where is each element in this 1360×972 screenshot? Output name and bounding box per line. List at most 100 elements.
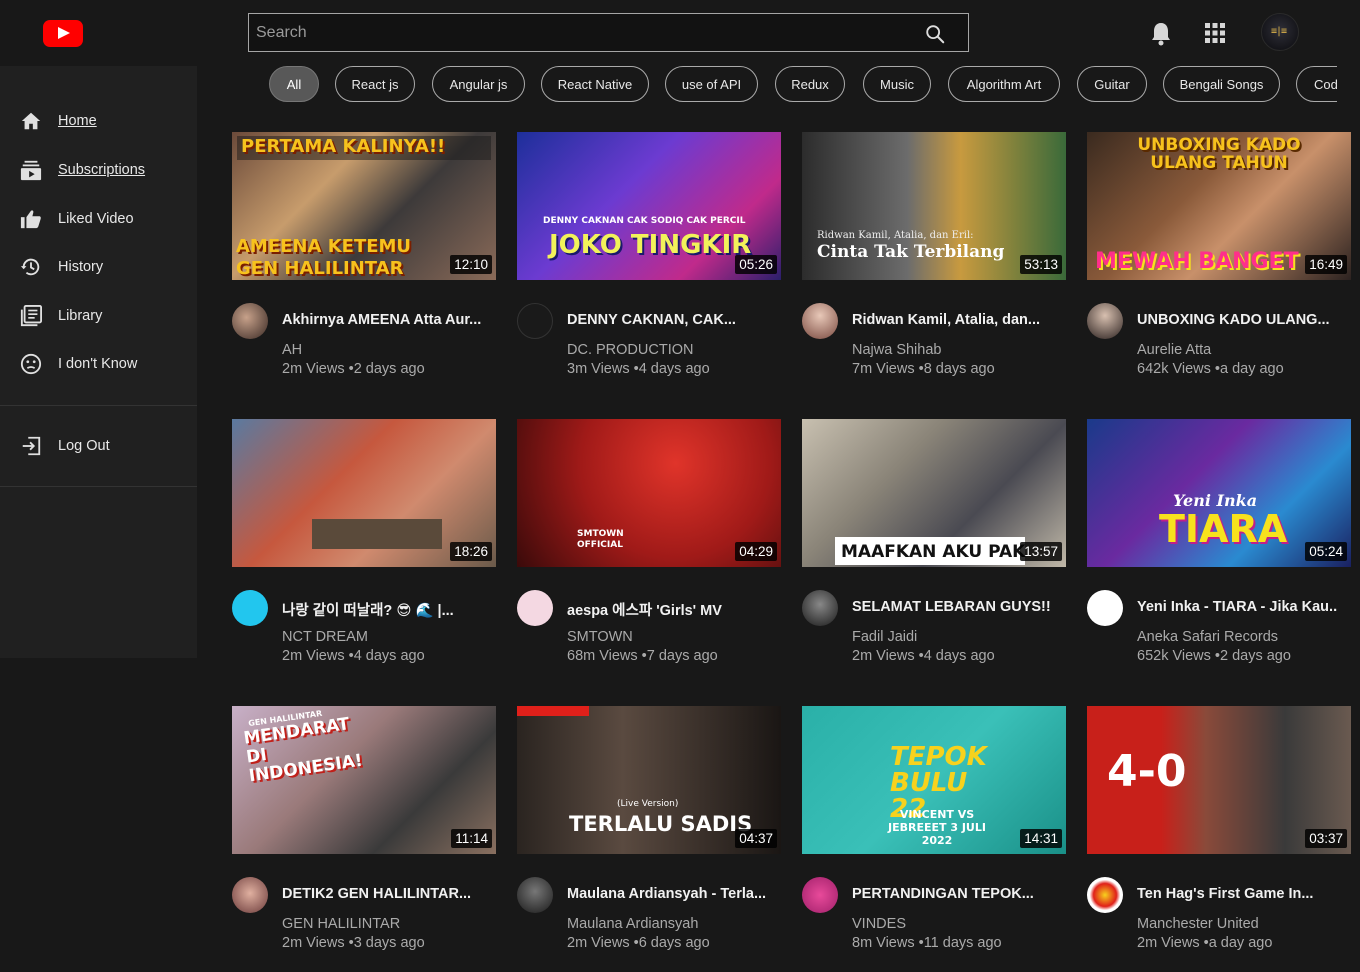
video-title[interactable]: Yeni Inka - TIARA - Jika Kau... [1137,599,1337,615]
video-thumbnail[interactable]: GEN HALILINTAR MENDARAT DI INDONESIA! 11… [232,706,496,854]
history-icon [20,258,40,276]
video-thumbnail[interactable]: 4-0 03:37 [1087,706,1351,854]
video-meta: 2m Views •4 days ago [282,648,425,664]
video-thumbnail[interactable]: PERTAMA KALINYA!! AMEENA KETEMU GEN HALI… [232,132,496,280]
chip-algorithm-art[interactable]: Algorithm Art [948,66,1060,102]
channel-avatar[interactable] [517,877,553,913]
video-title[interactable]: Maulana Ardiansyah - Terla... [567,886,767,902]
video-thumbnail[interactable]: Ridwan Kamil, Atalia, dan Eril: Cinta Ta… [802,132,1066,280]
sidebar-item-label: Liked Video [58,211,134,227]
video-thumbnail[interactable]: DENNY CAKNAN CAK SODIQ CAK PERCIL JOKO T… [517,132,781,280]
channel-name[interactable]: Fadil Jaidi [852,629,917,645]
video-thumbnail[interactable]: MAAFKAN AKU PAK 13:57 [802,419,1066,567]
home-icon [21,112,41,130]
sidebar-item-i-dont-know[interactable]: I don't Know [0,344,197,384]
video-card[interactable]: MAAFKAN AKU PAK 13:57 SELAMAT LEBARAN GU… [802,419,1066,679]
channel-avatar[interactable] [517,590,553,626]
chip-react-js[interactable]: React js [335,66,415,102]
video-duration: 04:37 [735,829,777,848]
apps-grid-icon[interactable] [1203,21,1227,45]
video-card[interactable]: Ridwan Kamil, Atalia, dan Eril: Cinta Ta… [802,132,1066,392]
channel-avatar[interactable] [802,590,838,626]
channel-name[interactable]: Manchester United [1137,916,1259,932]
video-card[interactable]: (Live Version) TERLALU SADIS 04:37 Maula… [517,706,781,966]
chip-all[interactable]: All [269,66,319,102]
video-card[interactable]: SMTOWN OFFICIAL 04:29 aespa 에스파 'Girls' … [517,419,781,679]
chip-bengali-songs[interactable]: Bengali Songs [1163,66,1280,102]
video-card[interactable]: 4-0 03:37 Ten Hag's First Game In... Man… [1087,706,1351,966]
channel-avatar[interactable] [802,303,838,339]
video-thumbnail[interactable]: UNBOXING KADO ULANG TAHUN MEWAH BANGET 1… [1087,132,1351,280]
channel-name[interactable]: SMTOWN [567,629,633,645]
notifications-bell-icon[interactable] [1149,20,1173,46]
sidebar-item-logout[interactable]: Log Out [0,426,197,466]
video-thumbnail[interactable]: Yeni Inka TIARA 05:24 [1087,419,1351,567]
sidebar-item-library[interactable]: Library [0,296,197,336]
video-thumbnail[interactable]: SMTOWN OFFICIAL 04:29 [517,419,781,567]
video-title[interactable]: 나랑 같이 떠날래? 😎 🌊 |... [282,599,482,620]
sidebar-item-home[interactable]: Home [0,101,197,141]
sidebar-item-liked-video[interactable]: Liked Video [0,199,197,239]
channel-avatar[interactable] [1087,590,1123,626]
channel-name[interactable]: Aurelie Atta [1137,342,1211,358]
search-input[interactable] [249,14,909,51]
channel-name[interactable]: NCT DREAM [282,629,368,645]
video-title[interactable]: Akhirnya AMEENA Atta Aur... [282,312,482,328]
search-icon[interactable] [924,23,946,45]
user-avatar[interactable]: ≡|≡ [1261,13,1299,51]
channel-name[interactable]: Aneka Safari Records [1137,629,1278,645]
channel-name[interactable]: AH [282,342,302,358]
video-title[interactable]: SELAMAT LEBARAN GUYS!!! [852,599,1052,615]
channel-avatar[interactable] [1087,877,1123,913]
video-meta: 2m Views •6 days ago [567,935,710,951]
channel-name[interactable]: DC. PRODUCTION [567,342,693,358]
thumbnail-text-secondary: AMEENA KETEMU GEN HALILINTAR [236,236,412,279]
channel-name[interactable]: Najwa Shihab [852,342,941,358]
video-card[interactable]: 18:26 나랑 같이 떠날래? 😎 🌊 |... NCT DREAM 2m V… [232,419,496,679]
video-thumbnail[interactable]: TEPOK BULU 22 VINCENT VS JEBREEET 3 JULI… [802,706,1066,854]
sidebar-item-label: Subscriptions [58,162,146,178]
sidebar-item-subscriptions[interactable]: Subscriptions [0,150,197,190]
channel-name[interactable]: Maulana Ardiansyah [567,916,698,932]
video-title[interactable]: DETIK2 GEN HALILINTAR... [282,886,482,902]
thumbnail-text: Cinta Tak Terbilang [817,242,1005,262]
video-card[interactable]: Yeni Inka TIARA 05:24 Yeni Inka - TIARA … [1087,419,1351,679]
subscriptions-icon [20,160,42,181]
channel-avatar[interactable] [802,877,838,913]
channel-avatar[interactable] [232,303,268,339]
video-card[interactable]: UNBOXING KADO ULANG TAHUN MEWAH BANGET 1… [1087,132,1351,392]
channel-name[interactable]: VINDES [852,916,906,932]
video-card[interactable]: TEPOK BULU 22 VINCENT VS JEBREEET 3 JULI… [802,706,1066,966]
chip-guitar[interactable]: Guitar [1077,66,1147,102]
chip-react-native[interactable]: React Native [541,66,649,102]
chip-code[interactable]: Cod [1296,66,1337,102]
video-title[interactable]: aespa 에스파 'Girls' MV [567,599,767,620]
chip-music[interactable]: Music [863,66,931,102]
channel-avatar[interactable] [517,303,553,339]
video-duration: 16:49 [1305,255,1347,274]
video-title[interactable]: PERTANDINGAN TEPOK... [852,886,1052,902]
thumbnail-text: 4-0 [1107,746,1187,797]
video-title[interactable]: Ten Hag's First Game In... [1137,886,1337,902]
chip-use-of-api[interactable]: use of API [665,66,758,102]
video-thumbnail[interactable]: 18:26 [232,419,496,567]
video-title[interactable]: Ridwan Kamil, Atalia, dan... [852,312,1052,328]
thumbnail-text-secondary: (Live Version) [617,799,679,809]
channel-avatar[interactable] [1087,303,1123,339]
video-thumbnail[interactable]: (Live Version) TERLALU SADIS 04:37 [517,706,781,854]
chip-redux[interactable]: Redux [775,66,845,102]
sidebar-item-history[interactable]: History [0,247,197,287]
channel-name[interactable]: GEN HALILINTAR [282,916,400,932]
chip-angular-js[interactable]: Angular js [432,66,525,102]
video-card[interactable]: GEN HALILINTAR MENDARAT DI INDONESIA! 11… [232,706,496,966]
video-card[interactable]: PERTAMA KALINYA!! AMEENA KETEMU GEN HALI… [232,132,496,392]
thumbnail-text-secondary: DENNY CAKNAN CAK SODIQ CAK PERCIL [543,216,746,226]
channel-avatar[interactable] [232,877,268,913]
youtube-logo[interactable] [43,20,83,47]
thumbnail-text: TERLALU SADIS [569,812,753,836]
thumbnail-text-secondary: VINCENT VS JEBREEET 3 JULI 2022 [888,808,986,847]
video-title[interactable]: UNBOXING KADO ULANG... [1137,312,1337,328]
video-card[interactable]: DENNY CAKNAN CAK SODIQ CAK PERCIL JOKO T… [517,132,781,392]
channel-avatar[interactable] [232,590,268,626]
video-title[interactable]: DENNY CAKNAN, CAK... [567,312,767,328]
